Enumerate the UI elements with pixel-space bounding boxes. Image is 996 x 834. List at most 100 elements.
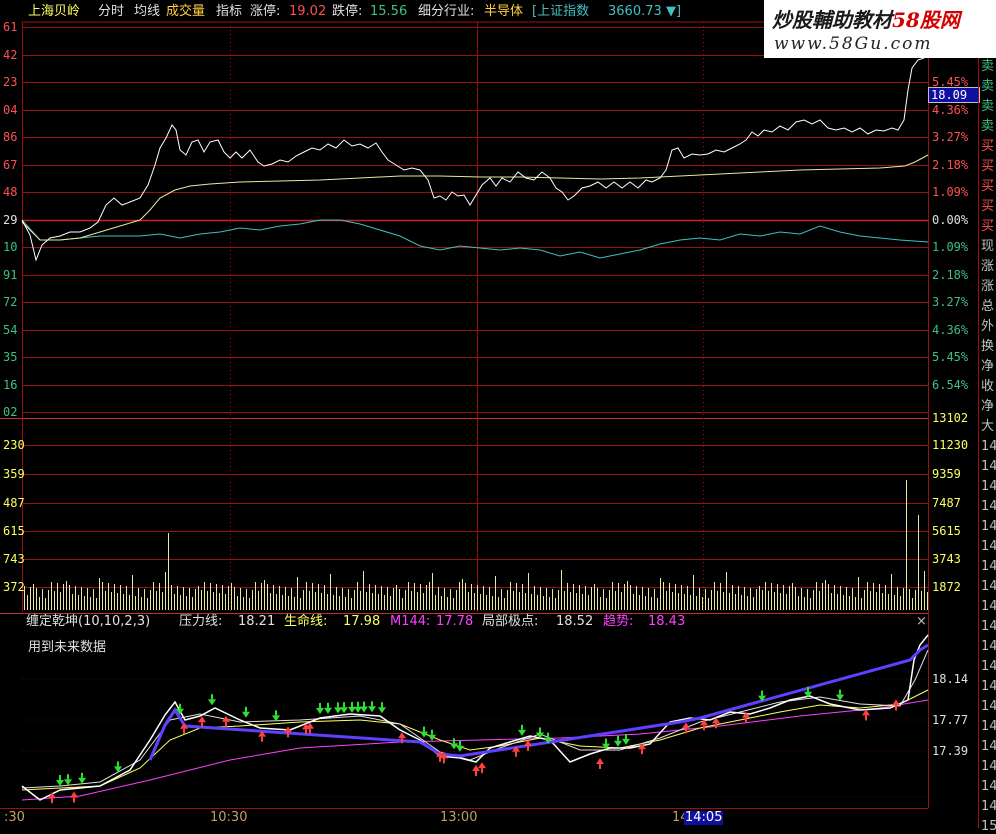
price-right-label: 2.18% [932,158,969,172]
sell-arrow-icon [222,715,230,727]
price-right-label: 4.36% [932,103,969,117]
volume-left-label: 743 [3,552,25,566]
buy-arrow-icon [518,724,526,736]
price-left-label: 29 [3,213,18,227]
indicator-title-bar: 缠定乾坤(10,10,2,3) 压力线: 18.21 生命线: 17.98 M1… [0,615,930,631]
time-label: 13:00 [440,810,478,825]
side-label: 买 [981,179,995,194]
sell-arrow-icon [700,719,708,731]
side-label: 涨 [981,259,995,274]
sell-arrow-icon [284,726,292,738]
indicator-item-value: 17.78 [436,614,474,629]
volume-left-label: 230 [3,438,25,452]
indicator-item-label: M144: [390,614,431,629]
buy-arrow-icon [622,733,630,745]
price-left-label: 48 [3,185,18,199]
buy-arrow-icon [340,702,348,714]
volume-right-label: 7487 [932,496,961,510]
price-right-label: 3.27% [932,295,969,309]
side-label: 卖 [981,99,995,114]
buy-arrow-icon [368,701,376,713]
chart-grid [0,21,929,809]
volume-left-label: 372 [3,580,25,594]
price-left-label: 02 [3,405,18,419]
side-label: 14 [981,479,996,494]
volume-right-label: 9359 [932,467,961,481]
side-label: 涨 [981,279,995,294]
buy-arrow-icon [428,729,436,741]
buy-arrow-icon [378,702,386,714]
sell-arrow-icon [70,791,78,803]
side-label: 买 [981,219,995,234]
side-label: 14 [981,799,996,814]
side-label: 14 [981,579,996,594]
buy-arrow-icon [316,703,324,714]
price-left-label: 35 [3,350,18,364]
sell-arrow-icon [472,765,480,776]
side-label: 收 [981,379,995,394]
side-info-panel: 卖卖卖卖买买买买买现涨涨总外换净收净大 14 14 14 14 14 14 14 14 14 14 1… [978,58,996,834]
price-left-label: 23 [3,75,18,89]
side-label: 14 [981,779,996,794]
buy-arrow-icon [242,706,250,718]
buy-arrow-icon [450,738,458,750]
side-label: 14 [981,439,996,454]
side-label: 15 [981,819,996,834]
side-label: 买 [981,199,995,214]
indicator-name[interactable]: 缠定乾坤(10,10,2,3) [26,615,150,629]
current-price-tag: 18.09 [928,87,980,103]
buy-arrow-icon [420,726,428,738]
price-line [21,57,925,262]
side-label: 换 [981,339,995,354]
side-label: 大 [981,419,995,434]
side-label: 14 [981,559,996,574]
price-left-label: 42 [3,48,18,62]
sell-arrow-icon [306,722,314,734]
price-right-label: 4.36% [932,323,969,337]
volume-right-label: 11230 [932,438,969,452]
sell-arrow-icon [48,792,56,804]
price-right-label: 5.45% [932,350,969,364]
price-right-label: 1.09% [932,185,969,199]
side-label: 净 [981,399,995,414]
side-label: 卖 [981,119,995,134]
intraday-chart[interactable] [0,0,996,828]
side-label: 卖 [981,79,995,94]
side-label: 14 [981,539,996,554]
indicator-right-label: 18.14 [932,672,969,686]
volume-right-label: 3743 [932,552,961,566]
indicator-item-label: 生命线: [284,614,328,629]
side-label: 14 [981,599,996,614]
price-left-label: 10 [3,240,18,254]
time-cursor-label[interactable]: 14:05 [684,811,724,825]
indicator-item-value: 18.21 [238,614,276,629]
price-right-label: 2.18% [932,268,969,282]
sell-arrow-icon [862,709,870,721]
side-label: 14 [981,699,996,714]
buy-arrow-icon [78,772,86,784]
buy-arrow-icon [360,701,368,713]
buy-arrow-icon [64,774,72,786]
price-left-label: 67 [3,158,18,172]
price-right-label: 0.00% [932,213,969,227]
side-label: 14 [981,619,996,634]
side-label: 14 [981,519,996,534]
volume-left-label: 487 [3,496,25,510]
index-line [21,219,929,259]
price-left-label: 91 [3,268,18,282]
time-label: 10:30 [210,810,248,825]
volume-right-label: 1872 [932,580,961,594]
side-label: 14 [981,759,996,774]
buy-arrow-icon [836,689,844,701]
close-icon[interactable]: × [916,615,927,629]
indicator-right-label: 17.77 [932,713,969,727]
time-label: :30 [4,810,25,825]
price-right-label: 1.09% [932,240,969,254]
side-label: 现 [981,239,995,254]
volume-right-label: 13102 [932,411,969,425]
indicator-right-label: 17.39 [932,744,969,758]
sell-arrow-icon [524,739,532,751]
side-label: 买 [981,159,995,174]
volume-left-label: 615 [3,524,25,538]
volume-bars [24,480,928,610]
